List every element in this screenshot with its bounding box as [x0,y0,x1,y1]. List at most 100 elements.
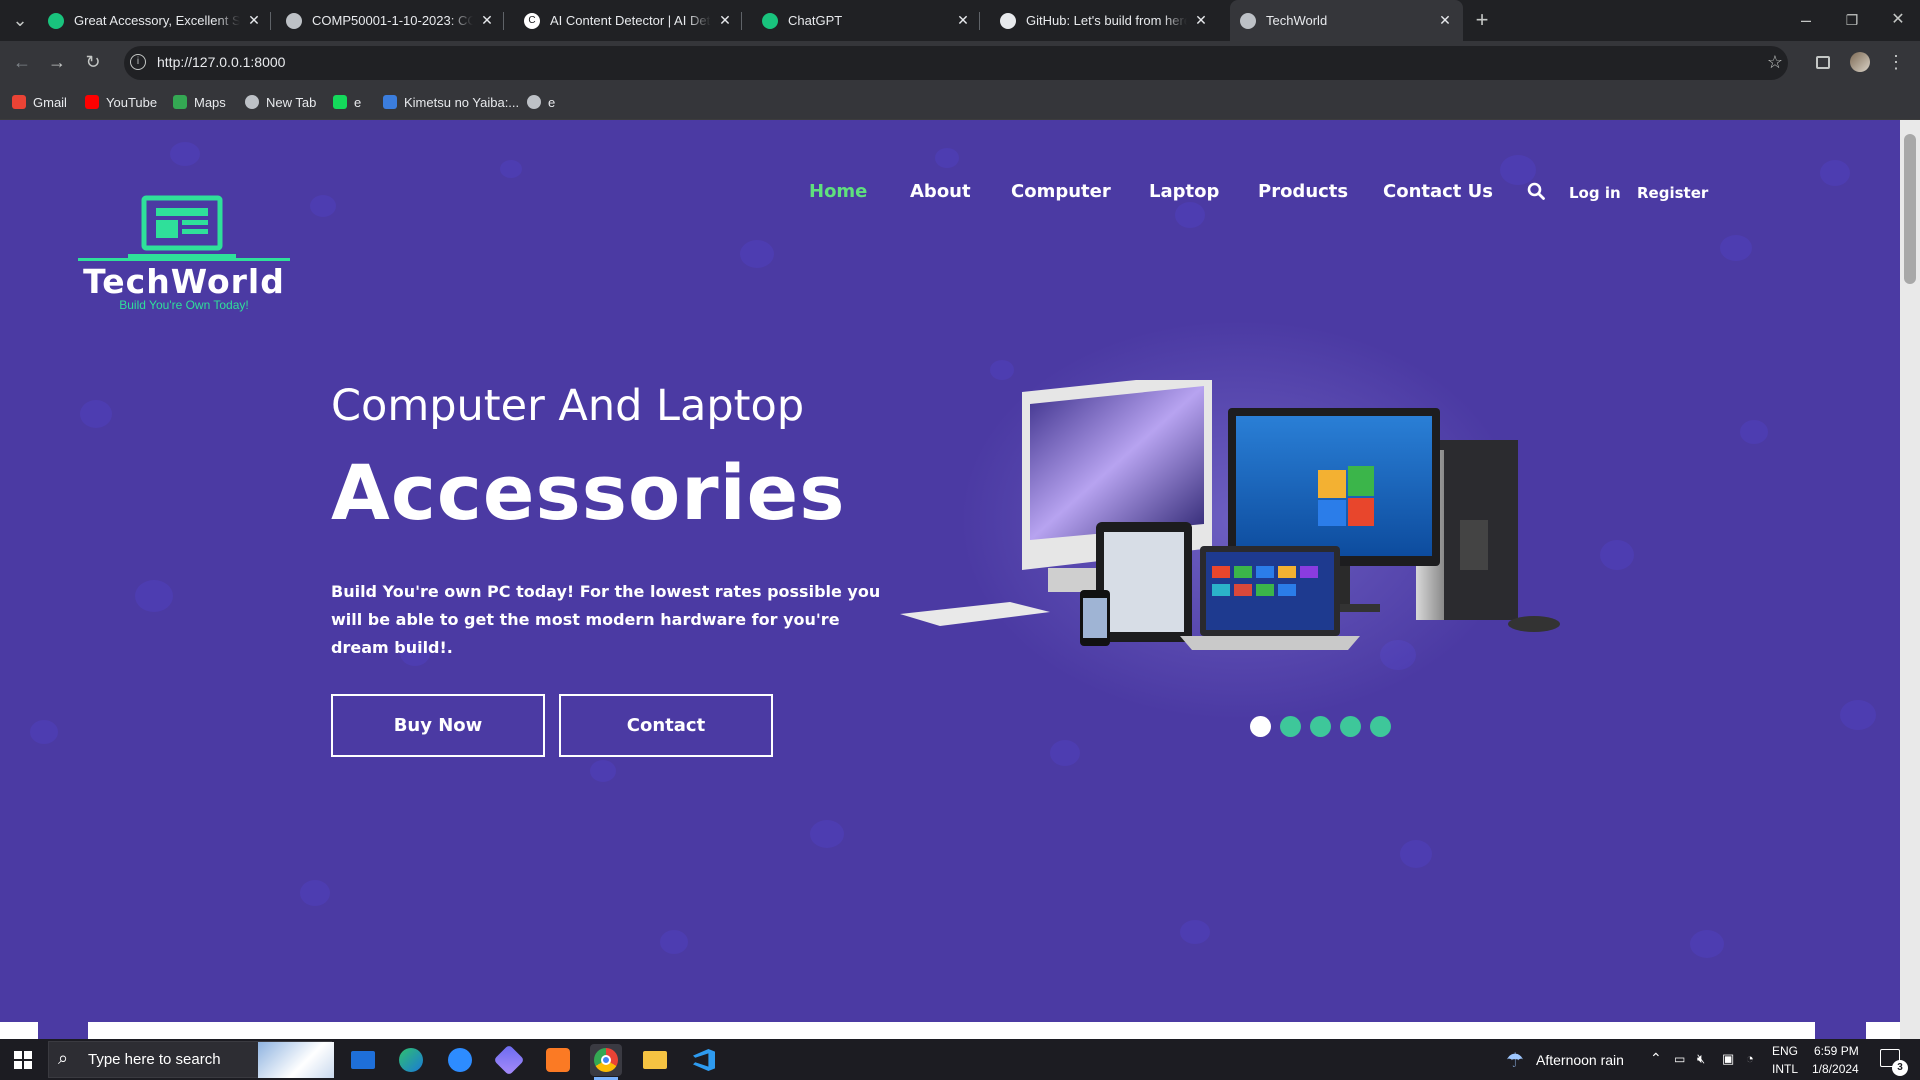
bookmark-kimetsu[interactable]: Kimetsu no Yaiba:... [383,92,519,112]
battery-icon[interactable]: ▭ [1674,1052,1685,1066]
close-window-icon[interactable]: ✕ [1884,8,1912,32]
buy-now-button[interactable]: Buy Now [331,694,545,757]
tab-search-chevron-icon[interactable]: ⌄ [8,8,32,32]
nav-home[interactable]: Home [809,181,867,202]
bookmark-new-tab[interactable]: New Tab [245,92,316,112]
tab-title: GitHub: Let's build from here · G [1026,13,1187,28]
profile-avatar[interactable] [1850,52,1870,72]
globe-icon [245,95,259,109]
restore-icon[interactable]: ❐ [1838,8,1866,32]
file-explorer-icon[interactable] [639,1044,671,1076]
minimize-icon[interactable]: – [1792,8,1820,32]
volume-muted-icon[interactable]: 🔇︎ [1697,1051,1705,1067]
edge-browser-icon[interactable] [395,1044,427,1076]
tab-ai-content-detector[interactable]: C AI Content Detector | AI Detecto ✕ [516,0,742,41]
new-tab-plus-icon[interactable]: + [1470,8,1494,32]
site-info-icon[interactable]: i [130,54,146,70]
forward-arrow-icon[interactable]: → [45,50,69,74]
url-text[interactable]: http://127.0.0.1:8000 [157,54,285,70]
tray-chevron-up-icon[interactable]: ⌃ [1650,1050,1662,1067]
bookmark-label: Kimetsu no Yaiba:... [404,94,520,110]
more-menu-icon[interactable]: ⋮ [1886,50,1906,74]
nav-products[interactable]: Products [1258,181,1348,202]
logo-tagline: Build You're Own Today! [119,298,249,312]
close-icon[interactable]: ✕ [479,12,495,29]
carousel-dot-2[interactable] [1280,716,1301,737]
anime-site-icon [383,95,397,109]
bookmark-e-2[interactable]: e [527,92,555,112]
bg-bubble [1690,930,1724,958]
contact-button[interactable]: Contact [559,694,773,757]
register-link[interactable]: Register [1637,184,1708,202]
side-panel-icon[interactable] [1816,56,1830,69]
tab-great-accessory[interactable]: Great Accessory, Excellent Servi ✕ [40,0,271,41]
address-bar[interactable] [124,46,1788,80]
techworld-logo[interactable]: TechWorld Build You're Own Today! [78,194,290,314]
section-edge [0,1022,38,1039]
power-automate-icon[interactable] [493,1044,525,1076]
rain-weather-icon[interactable]: ☂ [1506,1048,1524,1073]
nav-contact-us[interactable]: Contact Us [1383,181,1493,202]
bookmark-label: Gmail [33,94,67,110]
windows-start-icon[interactable] [14,1051,32,1069]
close-icon[interactable]: ✕ [246,12,262,29]
chatgpt-icon [762,12,778,29]
bookmark-label: Maps [194,94,226,110]
nav-computer[interactable]: Computer [1011,181,1111,202]
lang-intl[interactable]: INTL [1772,1062,1798,1076]
bg-bubble [935,148,959,168]
tab-separator [741,12,742,30]
nav-laptop[interactable]: Laptop [1149,181,1219,202]
carousel-dot-5[interactable] [1370,716,1391,737]
nav-about[interactable]: About [910,181,971,202]
chatgpt-icon [48,12,64,29]
bg-bubble [30,720,58,744]
bookmark-label: New Tab [266,94,317,110]
bg-bubble [1400,840,1432,868]
weather-text[interactable]: Afternoon rain [1536,1052,1624,1068]
bookmark-youtube[interactable]: YouTube [85,92,157,112]
tab-techworld[interactable]: TechWorld ✕ [1230,0,1463,41]
tab-github[interactable]: GitHub: Let's build from here · G ✕ [992,0,1217,41]
xampp-icon[interactable] [542,1044,574,1076]
taskbar-search-placeholder[interactable]: Type here to search [88,1051,221,1068]
bg-bubble [80,400,112,428]
bookmark-maps[interactable]: Maps [173,92,226,112]
close-icon[interactable]: ✕ [1437,12,1453,29]
bookmark-gmail[interactable]: Gmail [12,92,67,112]
zoom-app-icon[interactable] [444,1044,476,1076]
bookmark-star-icon[interactable]: ☆ [1763,50,1787,74]
tab-comp50001[interactable]: COMP50001-1-10-2023: CC1 Ar ✕ [278,0,504,41]
carousel-dot-1[interactable] [1250,716,1271,737]
carousel-dot-3[interactable] [1310,716,1331,737]
network-icon[interactable]: ◔ [1746,1051,1754,1066]
back-arrow-icon[interactable]: ← [10,50,34,74]
lang-eng[interactable]: ENG [1772,1044,1798,1058]
bookmark-e-1[interactable]: e [333,92,361,112]
close-icon[interactable]: ✕ [955,12,971,29]
globe-icon [286,12,302,29]
login-link[interactable]: Log in [1569,184,1621,202]
search-icon[interactable] [1527,182,1545,200]
carousel-dot-4[interactable] [1340,716,1361,737]
reload-icon[interactable]: ↻ [81,50,105,74]
bg-bubble [1820,160,1850,186]
close-icon[interactable]: ✕ [717,12,733,29]
bg-bubble [990,360,1014,380]
scrollbar-thumb[interactable] [1904,134,1916,284]
close-icon[interactable]: ✕ [1193,12,1209,29]
meet-now-icon[interactable]: ▣ [1722,1051,1734,1067]
next-section-card [88,1022,1815,1039]
gmail-icon [12,95,26,109]
chrome-icon[interactable] [590,1044,622,1076]
tab-chatgpt[interactable]: ChatGPT ✕ [754,0,980,41]
vscode-icon[interactable] [688,1044,720,1076]
clock-date[interactable]: 1/8/2024 [1812,1062,1859,1076]
hero-heading-line2: Accessories [331,448,846,537]
mail-app-icon[interactable] [347,1044,379,1076]
bg-bubble [135,580,173,612]
clock-time[interactable]: 6:59 PM [1814,1044,1859,1058]
bg-bubble [170,142,200,166]
tab-strip: ⌄ Great Accessory, Excellent Servi ✕ COM… [0,0,1920,41]
tab-title: COMP50001-1-10-2023: CC1 Ar [312,13,473,28]
